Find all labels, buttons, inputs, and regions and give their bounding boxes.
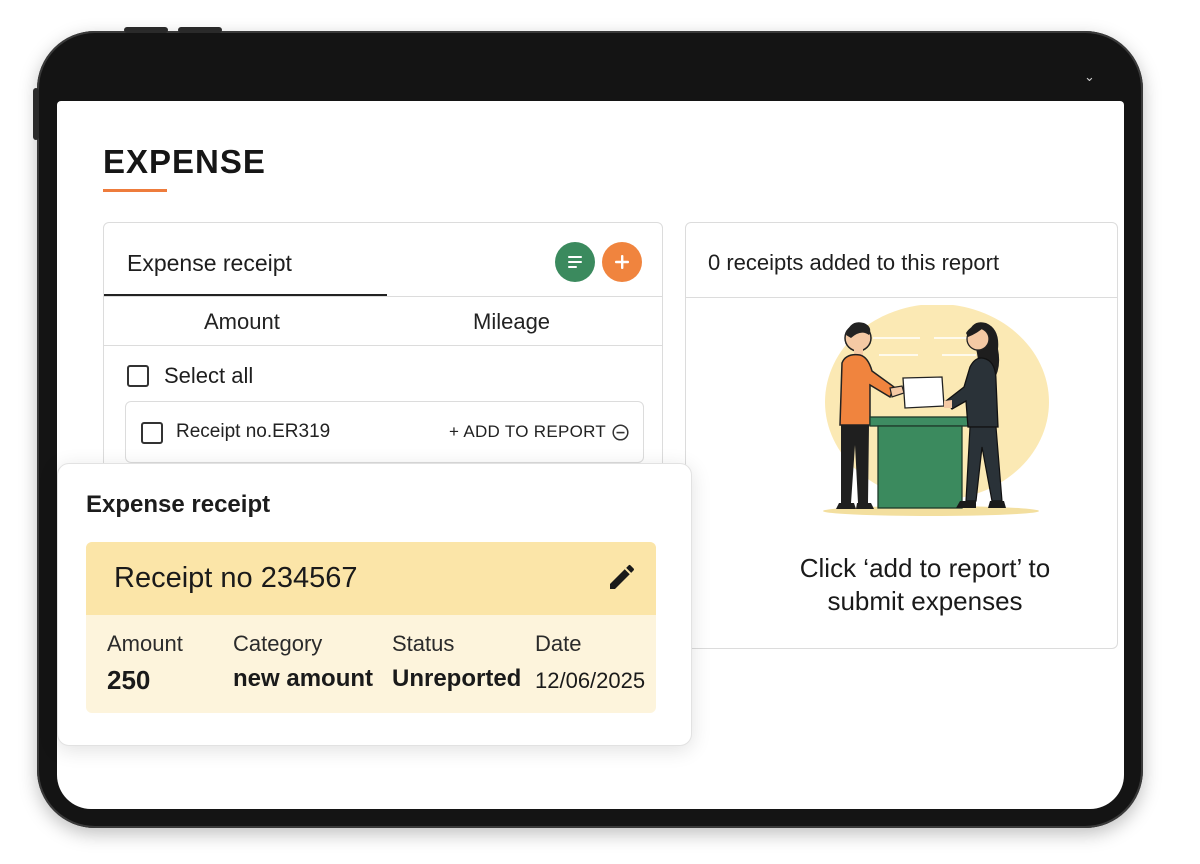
empty-state-message: Click ‘add to report’ to submit expenses [686, 552, 1124, 618]
list-view-button[interactable] [555, 242, 595, 282]
volume-button [124, 27, 168, 33]
panel-header: Expense receipt [104, 223, 662, 297]
add-receipt-button[interactable] [602, 242, 642, 282]
tab-amount[interactable]: Amount [204, 309, 280, 335]
receipt-summary-header: Receipt no 234567 [86, 542, 656, 615]
handover-illustration [823, 305, 1049, 516]
report-panel: 0 receipts added to this report Click ‘a… [685, 222, 1118, 649]
list-item: Receipt no.ER319 + ADD TO REPORT [125, 401, 644, 463]
category-value: new amount [233, 665, 374, 692]
active-tab-indicator [104, 294, 387, 296]
receipt-label: Receipt no.ER319 [176, 421, 331, 442]
plus-icon [615, 255, 629, 269]
receipt-summary[interactable]: Receipt no 234567 Amount Category Status… [86, 542, 656, 713]
receipt-number: Receipt no 234567 [114, 562, 358, 594]
minus-circle-icon[interactable] [612, 424, 629, 441]
status-value: Unreported [392, 665, 522, 692]
select-all-checkbox[interactable] [127, 365, 149, 387]
amount-value: 250 [107, 665, 151, 695]
empty-message-line: submit expenses [827, 586, 1023, 616]
report-panel-header: 0 receipts added to this report [686, 223, 1117, 298]
list-icon [568, 256, 582, 268]
card-title: Expense receipt [86, 491, 271, 518]
pencil-icon[interactable] [606, 561, 638, 593]
receipt-tabs: Amount Mileage [104, 297, 662, 346]
receipt-count-text: 0 receipts added to this report [708, 250, 1000, 275]
empty-message-line: Click ‘add to report’ to [799, 553, 1051, 583]
volume-button [178, 27, 222, 33]
receipt-checkbox[interactable] [141, 422, 163, 444]
title-underline [103, 189, 167, 192]
date-value: 12/06/2025 [535, 668, 646, 693]
date-label: Date [535, 631, 582, 656]
amount-label: Amount [107, 631, 183, 656]
category-label: Category [233, 631, 323, 656]
panel-title: Expense receipt [127, 250, 292, 276]
select-all-label: Select all [164, 363, 254, 388]
status-label: Status [392, 631, 455, 656]
chevron-down-icon[interactable]: ⌄ [1084, 70, 1095, 85]
add-to-report-button[interactable]: + ADD TO REPORT [449, 422, 606, 442]
page-title: EXPENSE [103, 143, 266, 180]
tab-mileage[interactable]: Mileage [473, 309, 550, 335]
receipt-detail-card: Expense receipt Receipt no 234567 Amount… [57, 463, 692, 746]
power-button [33, 88, 39, 140]
